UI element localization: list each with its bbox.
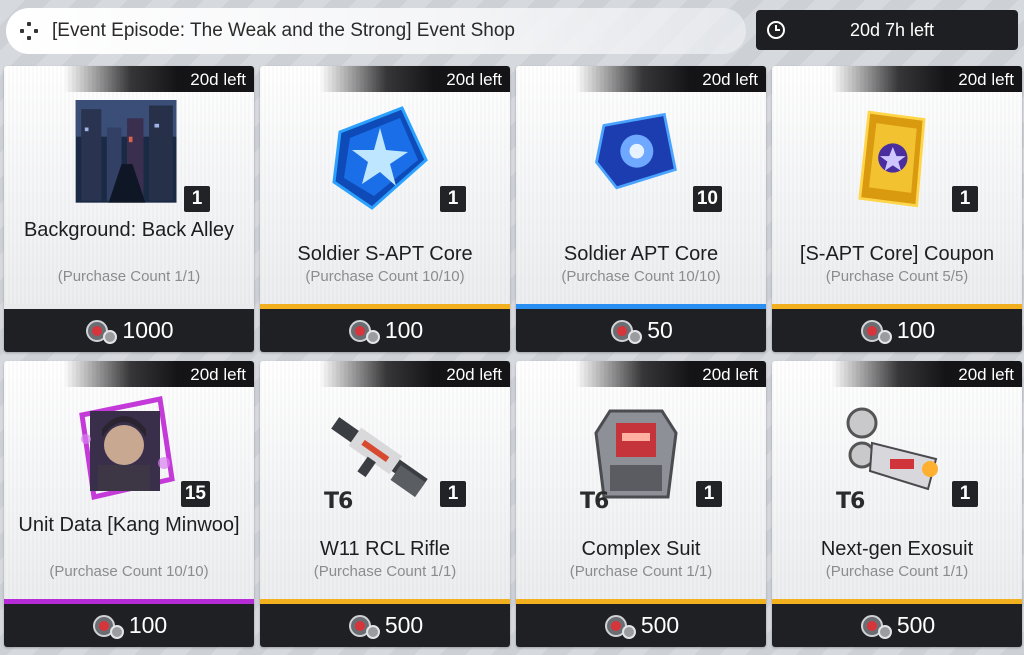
shop-item-card[interactable]: 20d left T6 1 Complex Suit (Purchase Cou… — [516, 361, 766, 647]
time-left-label: 20d left — [320, 66, 510, 92]
buy-button[interactable]: 500 — [260, 604, 510, 647]
item-name: Background: Back Alley — [23, 219, 235, 241]
price-label: 100 — [384, 317, 424, 343]
shop-item-card[interactable]: 20d left 1 Background: Back Alley (Purch… — [4, 66, 254, 352]
time-left-label: 20d left — [64, 361, 254, 387]
price-label: 1000 — [122, 317, 174, 343]
time-left-label: 20d left — [832, 361, 1022, 387]
item-name: W11 RCL Rifle — [319, 538, 451, 560]
clock-icon — [767, 21, 785, 39]
timer-label: 20d 7h left — [849, 19, 935, 40]
quantity-badge: 1 — [440, 481, 466, 507]
time-left-label: 20d left — [832, 66, 1022, 92]
shop-item-card[interactable]: 20d left 1 [S-APT Core] Coupon (Purchase… — [772, 66, 1022, 352]
item-name: Next-gen Exosuit — [820, 538, 974, 560]
buy-button[interactable]: 100 — [4, 604, 254, 647]
purchase-count: (Purchase Count 1/1) — [313, 563, 457, 580]
buy-button[interactable]: 100 — [772, 309, 1022, 352]
time-left-label: 20d left — [576, 66, 766, 92]
event-timer: 20d 7h left — [756, 10, 1018, 50]
item-name: Soldier S-APT Core — [297, 243, 473, 265]
purchase-count: (Purchase Count 10/10) — [305, 268, 465, 285]
shop-item-card[interactable]: 20d left T6 1 W11 RCL Rifle (Purchase Co… — [260, 361, 510, 647]
item-name: Unit Data [Kang Minwoo] — [18, 514, 240, 536]
currency-icon — [92, 614, 124, 639]
time-left-label: 20d left — [64, 66, 254, 92]
shop-header: [Event Episode: The Weak and the Strong]… — [6, 8, 746, 54]
purchase-count: (Purchase Count 5/5) — [825, 268, 969, 285]
buy-button[interactable]: 50 — [516, 309, 766, 352]
purchase-count: (Purchase Count 10/10) — [49, 563, 209, 580]
item-name: [S-APT Core] Coupon — [799, 243, 995, 265]
back-alley-background-icon — [64, 98, 184, 218]
quantity-badge: 1 — [184, 186, 210, 212]
buy-button[interactable]: 500 — [516, 604, 766, 647]
tier-label: T6 — [836, 489, 865, 514]
price-label: 100 — [128, 612, 168, 638]
price-label: 100 — [896, 317, 936, 343]
currency-icon — [604, 614, 636, 639]
price-label: 50 — [647, 317, 673, 343]
currency-icon — [611, 319, 643, 344]
tier-label: T6 — [580, 489, 609, 514]
buy-button[interactable]: 1000 — [4, 309, 254, 352]
s-apt-core-icon — [320, 98, 440, 218]
buy-button[interactable]: 500 — [772, 604, 1022, 647]
tier-label: T6 — [324, 489, 353, 514]
purchase-count: (Purchase Count 10/10) — [561, 268, 721, 285]
currency-icon — [348, 319, 380, 344]
coupon-icon — [832, 98, 952, 218]
currency-icon — [348, 614, 380, 639]
price-label: 500 — [384, 612, 424, 638]
quantity-badge: 1 — [952, 481, 978, 507]
purchase-count: (Purchase Count 1/1) — [57, 268, 201, 285]
page-title: [Event Episode: The Weak and the Strong]… — [52, 20, 515, 41]
time-left-label: 20d left — [320, 361, 510, 387]
quantity-badge: 1 — [952, 186, 978, 212]
purchase-count: (Purchase Count 1/1) — [569, 563, 713, 580]
quantity-badge: 1 — [696, 481, 722, 507]
price-label: 500 — [896, 612, 936, 638]
time-left-label: 20d left — [576, 361, 766, 387]
apt-core-icon — [576, 98, 696, 218]
currency-icon — [860, 614, 892, 639]
currency-icon — [86, 319, 118, 344]
dots-menu-icon[interactable] — [20, 20, 42, 42]
shop-item-card[interactable]: 20d left T6 1 Next-gen Exosuit (Purchase… — [772, 361, 1022, 647]
quantity-badge: 10 — [692, 186, 722, 212]
item-name: Complex Suit — [581, 538, 701, 560]
shop-item-card[interactable]: 20d left 10 Soldier APT Core (Purchase C… — [516, 66, 766, 352]
price-label: 500 — [640, 612, 680, 638]
item-name: Soldier APT Core — [563, 243, 719, 265]
shop-item-card[interactable]: 20d left 15 Unit Data [Kang Minwoo] (Pur… — [4, 361, 254, 647]
buy-button[interactable]: 100 — [260, 309, 510, 352]
currency-icon — [860, 319, 892, 344]
shop-item-card[interactable]: 20d left 1 Soldier S-APT Core (Purchase … — [260, 66, 510, 352]
purchase-count: (Purchase Count 1/1) — [825, 563, 969, 580]
quantity-badge: 1 — [440, 186, 466, 212]
quantity-badge: 15 — [180, 481, 210, 507]
unit-portrait-icon — [64, 393, 184, 513]
